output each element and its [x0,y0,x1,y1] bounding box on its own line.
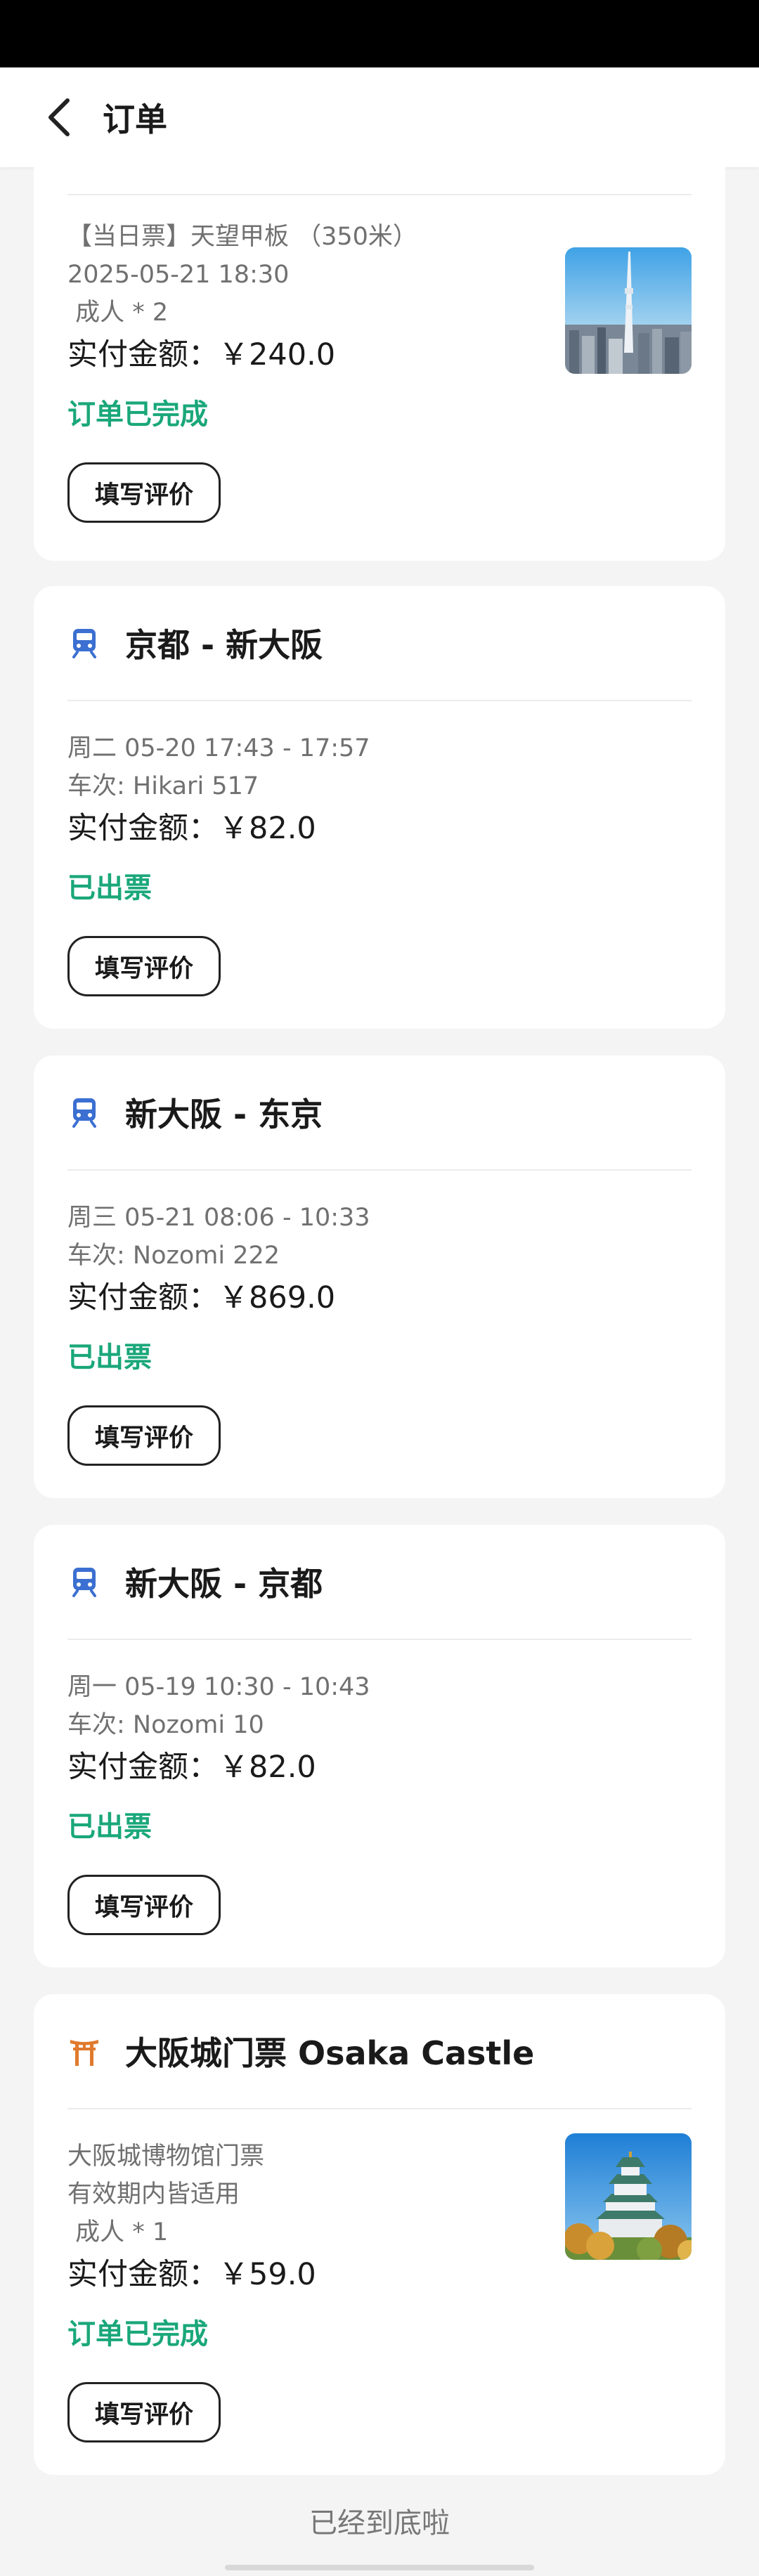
write-review-button[interactable]: 填写评价 [67,936,221,996]
order-status: 已出票 [67,1811,152,1843]
card-header: 新大阪 - 京都 [34,1525,725,1639]
write-review-button[interactable]: 填写评价 [67,1405,221,1466]
write-review-button[interactable]: 填写评价 [67,462,221,523]
order-card[interactable]: 京都 - 新大阪 周二 05-20 17:43 - 17:57 车次: Hika… [34,586,725,1029]
order-card[interactable]: 新大阪 - 东京 周三 05-21 08:06 - 10:33 车次: Nozo… [34,1055,725,1498]
chevron-left-icon [48,98,70,136]
write-review-button[interactable]: 填写评价 [67,1875,221,1935]
order-title: 新大阪 - 东京 [125,1095,323,1133]
order-status: 订单已完成 [67,2318,208,2350]
torii-gate-icon [67,2034,101,2068]
card-header: 新大阪 - 东京 [34,1055,725,1169]
train-number: 车次: Hikari 517 [67,772,259,800]
train-icon [67,1095,101,1129]
page-title: 订单 [103,100,167,138]
trip-time: 周二 05-20 17:43 - 17:57 [67,734,370,762]
paid-amount: 实付金额：￥82.0 [67,1750,316,1785]
train-number: 车次: Nozomi 10 [67,1711,264,1739]
order-status: 已出票 [67,1341,152,1374]
app-header: 订单 [0,67,759,167]
paid-amount: 实付金额：￥82.0 [67,811,316,846]
card-header: 大阪城门票 Osaka Castle [34,1994,725,2108]
train-icon [67,626,101,660]
order-card[interactable]: 大阪城门票 Osaka Castle 大阪城博物馆门票 有效期内皆适用 成人 *… [34,1994,725,2475]
trip-time: 周三 05-21 08:06 - 10:33 [67,1204,370,1232]
end-of-list-text: 已经到底啦 [309,2507,450,2539]
train-number: 车次: Nozomi 222 [67,1242,280,1270]
order-title: 新大阪 - 京都 [125,1565,323,1603]
write-review-button[interactable]: 填写评价 [67,2382,221,2442]
home-indicator[interactable] [225,2565,534,2570]
trip-time: 周一 05-19 10:30 - 10:43 [67,1673,370,1701]
back-button[interactable] [34,92,84,143]
train-icon [67,1565,101,1599]
paid-amount: 实付金额：￥869.0 [67,1280,336,1315]
order-title: 大阪城门票 Osaka Castle [125,2034,535,2072]
order-status: 订单已完成 [67,398,208,431]
osaka-castle-thumbnail[interactable] [565,2133,692,2260]
card-header: 京都 - 新大阪 [34,586,725,700]
order-card[interactable]: 【当日票】天望甲板 （350米） 2025-05-21 18:30 成人 * 2… [34,166,725,561]
status-bar [0,0,759,67]
order-title: 京都 - 新大阪 [125,626,323,664]
order-status: 已出票 [67,872,152,904]
tokyo-skytree-thumbnail[interactable] [565,247,692,374]
order-card[interactable]: 新大阪 - 京都 周一 05-19 10:30 - 10:43 车次: Nozo… [34,1525,725,1967]
